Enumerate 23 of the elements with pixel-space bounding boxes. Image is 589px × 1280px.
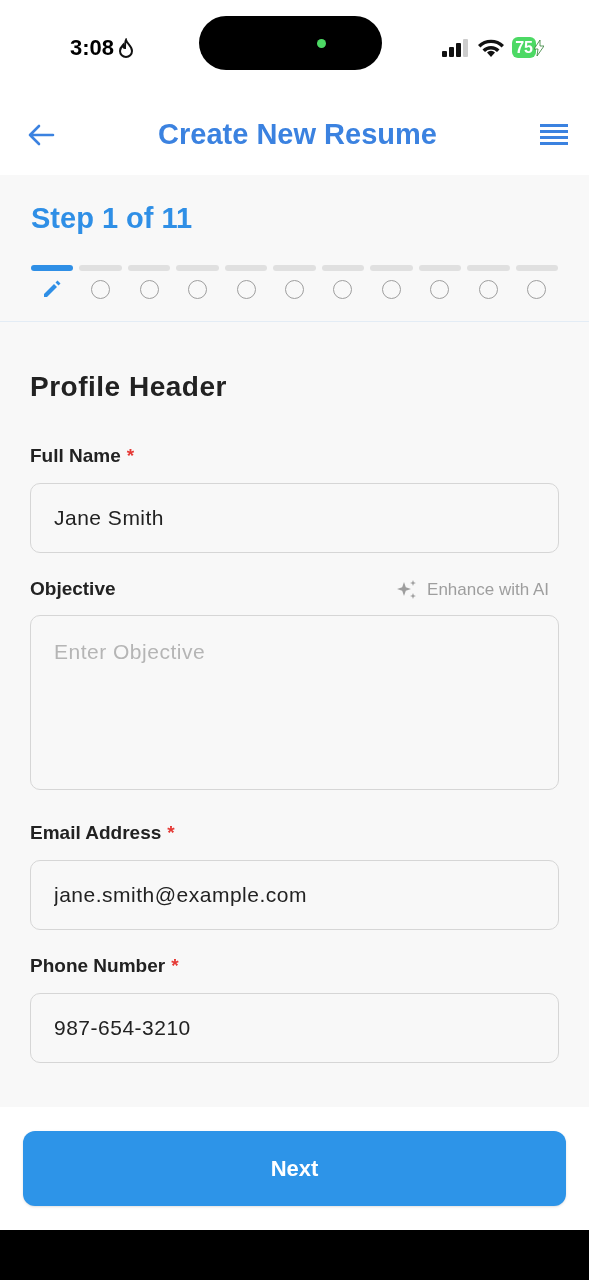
flame-icon: [118, 37, 135, 58]
field-label: Phone Number: [30, 954, 166, 979]
field-label: Email Address: [30, 821, 162, 846]
required-mark: *: [171, 954, 179, 979]
signal-icon: [442, 38, 471, 57]
back-arrow-icon: [27, 123, 55, 147]
field-label: Full Name: [30, 444, 121, 469]
page-title: Create New Resume: [157, 117, 438, 153]
text-field[interactable]: 987-654-3210: [30, 992, 559, 1063]
status-time: 3:08: [70, 34, 115, 62]
menu-icon: [540, 124, 568, 146]
text-field[interactable]: jane.smith@example.com: [30, 859, 559, 930]
objective-field[interactable]: Enter Objective: [30, 614, 559, 790]
battery-indicator: 75: [512, 37, 536, 58]
text-field[interactable]: Jane Smith: [30, 482, 559, 553]
wifi-icon: [478, 38, 505, 57]
required-mark: *: [126, 444, 135, 469]
charging-bolt-icon: [534, 39, 544, 56]
required-mark: *: [167, 821, 175, 846]
section-title: Profile Header: [30, 369, 228, 404]
step-counter: Step 1 of 11: [31, 201, 194, 236]
pencil-icon: [42, 278, 63, 299]
field-label: Objective: [30, 577, 116, 602]
